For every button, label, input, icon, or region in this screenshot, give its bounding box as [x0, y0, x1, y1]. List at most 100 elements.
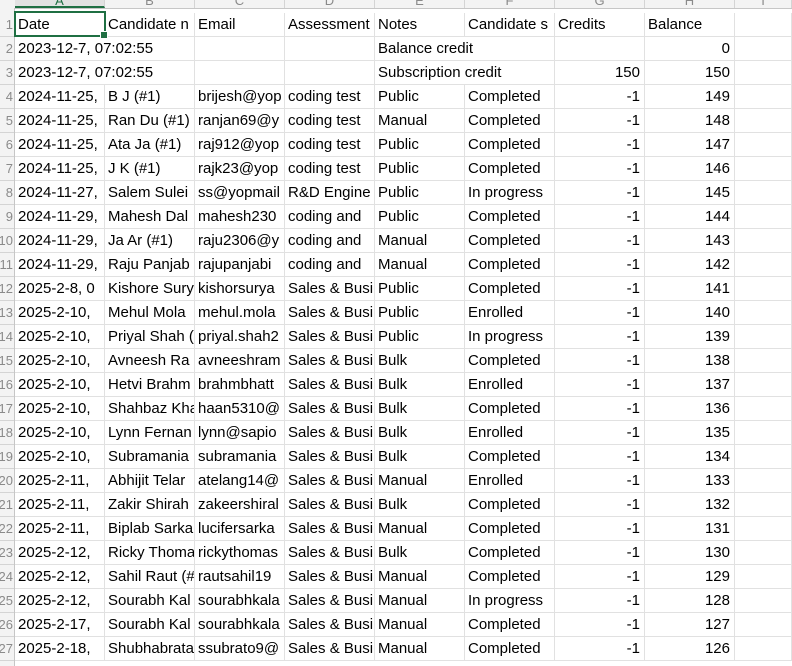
table-cell[interactable] — [735, 253, 792, 277]
table-cell[interactable]: haan5310@ — [195, 397, 285, 421]
table-cell[interactable]: -1 — [555, 397, 645, 421]
table-cell[interactable] — [735, 229, 792, 253]
table-cell[interactable]: Sales & Busi — [285, 541, 375, 565]
table-cell[interactable]: 129 — [645, 565, 735, 589]
table-cell[interactable]: raju2306@y — [195, 229, 285, 253]
table-cell[interactable]: 138 — [645, 349, 735, 373]
table-cell[interactable]: Public — [375, 85, 465, 109]
column-title-cell[interactable]: Notes — [375, 13, 465, 37]
table-cell[interactable]: raj912@yop — [195, 133, 285, 157]
table-cell[interactable]: coding test — [285, 85, 375, 109]
column-title-cell[interactable]: Assessment — [285, 13, 375, 37]
row-header[interactable]: 16 — [0, 373, 14, 397]
table-cell[interactable]: Completed — [465, 637, 555, 661]
table-cell[interactable]: Shahbaz Kha — [105, 397, 195, 421]
table-cell[interactable]: 2024-11-25, — [15, 157, 105, 181]
table-cell[interactable]: Sales & Busi — [285, 445, 375, 469]
column-header-b[interactable]: B — [105, 0, 195, 8]
table-cell[interactable]: Sales & Busi — [285, 589, 375, 613]
table-cell[interactable]: 2025-2-10, — [15, 325, 105, 349]
table-cell[interactable]: -1 — [555, 469, 645, 493]
table-cell[interactable]: zakeershiral — [195, 493, 285, 517]
table-cell[interactable]: coding and — [285, 253, 375, 277]
table-cell[interactable] — [735, 37, 792, 61]
table-cell[interactable]: Abhijit Telar — [105, 469, 195, 493]
table-cell[interactable]: Sales & Busi — [285, 397, 375, 421]
table-cell[interactable]: 2023-12-7, 07:02:55 — [15, 61, 153, 85]
table-cell[interactable]: 2025-2-10, — [15, 397, 105, 421]
table-cell[interactable]: In progress — [465, 181, 555, 205]
table-cell[interactable]: Completed — [465, 445, 555, 469]
table-cell[interactable]: 2025-2-10, — [15, 373, 105, 397]
table-cell[interactable]: Mahesh Dal — [105, 205, 195, 229]
table-cell[interactable]: In progress — [465, 589, 555, 613]
table-cell[interactable]: Ata Ja (#1) — [105, 133, 195, 157]
table-cell[interactable]: 137 — [645, 373, 735, 397]
table-cell[interactable] — [735, 325, 792, 349]
table-cell[interactable]: mahesh230 — [195, 205, 285, 229]
table-cell[interactable]: -1 — [555, 277, 645, 301]
table-cell[interactable]: Sales & Busi — [285, 373, 375, 397]
table-cell[interactable]: 2024-11-29, — [15, 205, 105, 229]
table-cell[interactable]: 2025-2-12, — [15, 541, 105, 565]
table-cell[interactable]: Public — [375, 157, 465, 181]
table-cell[interactable]: ranjan69@y — [195, 109, 285, 133]
table-cell[interactable]: B J (#1) — [105, 85, 195, 109]
table-cell[interactable]: mehul.mola — [195, 301, 285, 325]
table-cell[interactable]: Manual — [375, 229, 465, 253]
table-cell[interactable]: 2025-2-12, — [15, 565, 105, 589]
table-cell[interactable]: Sales & Busi — [285, 301, 375, 325]
table-cell[interactable]: -1 — [555, 325, 645, 349]
table-cell[interactable]: Completed — [465, 397, 555, 421]
table-cell[interactable] — [735, 637, 792, 661]
column-header-f[interactable]: F — [465, 0, 555, 8]
column-header-d[interactable]: D — [285, 0, 375, 8]
table-cell[interactable] — [735, 565, 792, 589]
table-cell[interactable] — [735, 133, 792, 157]
table-cell[interactable]: Public — [375, 133, 465, 157]
table-cell[interactable]: Kishore Sury — [105, 277, 195, 301]
table-cell[interactable]: 2024-11-29, — [15, 229, 105, 253]
table-cell[interactable] — [195, 37, 285, 61]
table-cell[interactable]: Manual — [375, 109, 465, 133]
table-cell[interactable]: 2025-2-11, — [15, 469, 105, 493]
row-header[interactable]: 23 — [0, 541, 14, 565]
table-cell[interactable]: 146 — [645, 157, 735, 181]
table-cell[interactable]: Completed — [465, 277, 555, 301]
column-title-cell[interactable]: Balance — [645, 13, 735, 37]
table-cell[interactable]: -1 — [555, 613, 645, 637]
table-cell[interactable]: -1 — [555, 517, 645, 541]
table-cell[interactable]: Enrolled — [465, 373, 555, 397]
table-cell[interactable] — [465, 37, 555, 61]
table-cell[interactable]: Sales & Busi — [285, 469, 375, 493]
table-cell[interactable] — [735, 181, 792, 205]
table-cell[interactable]: sourabhkala — [195, 613, 285, 637]
table-cell[interactable] — [285, 37, 375, 61]
table-cell[interactable]: Shubhabrata — [105, 637, 195, 661]
row-header[interactable]: 25 — [0, 589, 14, 613]
row-header[interactable]: 6 — [0, 133, 14, 157]
row-header[interactable]: 19 — [0, 445, 14, 469]
row-header[interactable]: 27 — [0, 637, 14, 661]
table-cell[interactable]: Bulk — [375, 445, 465, 469]
table-cell[interactable]: 141 — [645, 277, 735, 301]
table-cell[interactable]: Completed — [465, 133, 555, 157]
table-cell[interactable]: Completed — [465, 349, 555, 373]
table-cell[interactable]: ssubrato9@ — [195, 637, 285, 661]
column-title-cell[interactable]: Candidate s — [465, 13, 555, 37]
column-title-cell[interactable]: Email — [195, 13, 285, 37]
table-cell[interactable]: Manual — [375, 565, 465, 589]
table-cell[interactable]: rautsahil19 — [195, 565, 285, 589]
table-cell[interactable]: -1 — [555, 565, 645, 589]
table-cell[interactable]: 149 — [645, 85, 735, 109]
table-cell[interactable]: avneeshram — [195, 349, 285, 373]
table-cell[interactable]: 2024-11-25, — [15, 85, 105, 109]
table-cell[interactable]: Completed — [465, 205, 555, 229]
table-cell[interactable]: -1 — [555, 133, 645, 157]
table-cell[interactable]: -1 — [555, 637, 645, 661]
table-cell[interactable]: Bulk — [375, 397, 465, 421]
table-cell[interactable] — [735, 589, 792, 613]
table-cell[interactable]: Manual — [375, 253, 465, 277]
column-header-e[interactable]: E — [375, 0, 465, 8]
table-cell[interactable]: Enrolled — [465, 301, 555, 325]
